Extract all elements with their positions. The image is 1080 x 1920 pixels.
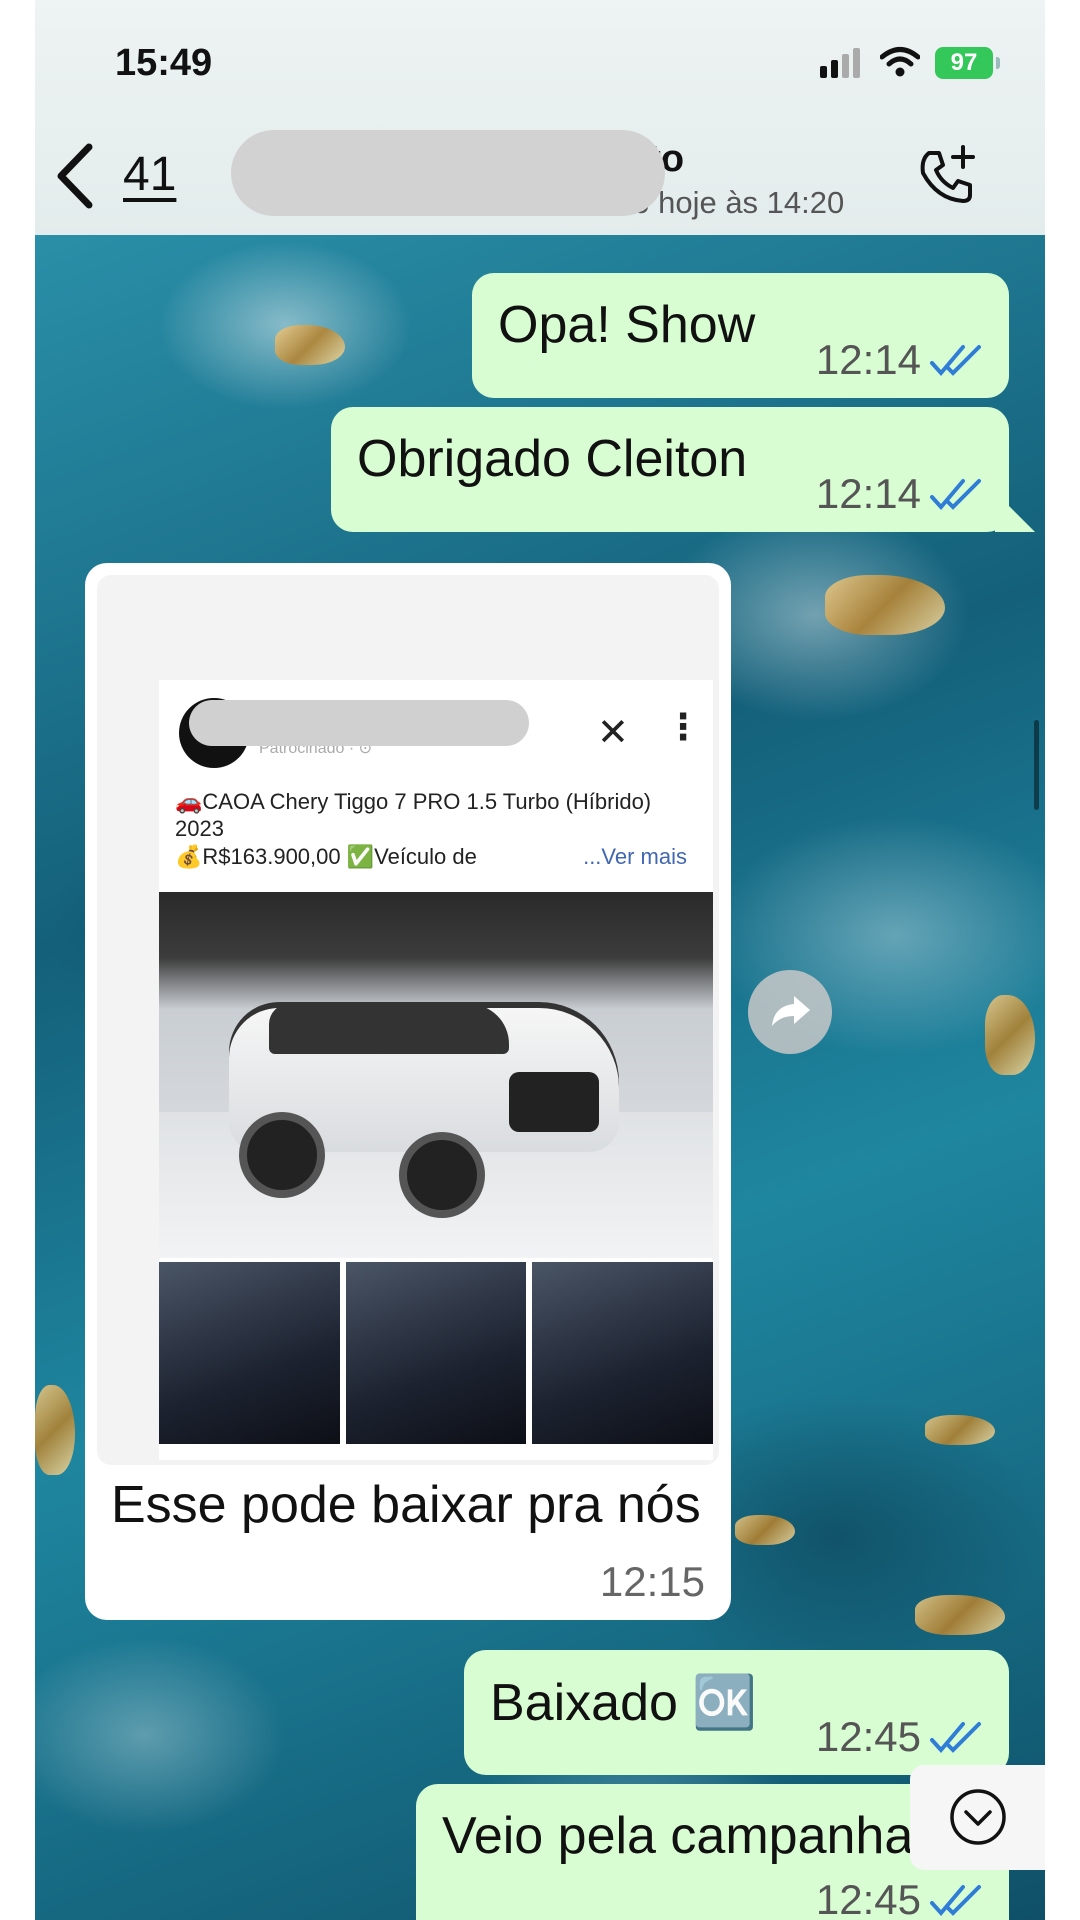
message-bubble-outgoing[interactable]: Baixado 🆗 12:45 <box>464 1650 1009 1775</box>
message-meta: 12:45 <box>816 1713 983 1761</box>
redaction-overlay <box>231 130 665 216</box>
battery-tip <box>996 57 1000 69</box>
message-meta: 12:14 <box>816 470 983 518</box>
message-time: 12:14 <box>815 470 921 517</box>
close-icon: ✕ <box>597 712 629 754</box>
wallpaper-gold-fleck <box>915 1595 1005 1635</box>
wallpaper-gold-fleck <box>35 1385 75 1475</box>
add-call-icon[interactable] <box>915 143 981 209</box>
ad-title: 🚗CAOA Chery Tiggo 7 PRO 1.5 Turbo (Híbri… <box>175 789 652 841</box>
chat-header: 15:49 97 41 uto no hoje às 14:20 <box>35 0 1045 235</box>
cellular-signal-icon <box>820 48 860 78</box>
message-time: 12:15 <box>599 1558 705 1605</box>
read-receipt-icon <box>930 345 981 377</box>
wifi-icon <box>880 47 920 77</box>
wallpaper-gold-fleck <box>735 1515 795 1545</box>
message-text: Obrigado Cleiton <box>357 430 748 488</box>
message-time: 12:45 <box>815 1713 921 1760</box>
message-text: Esse pode baixar pra nós <box>111 1476 701 1534</box>
forward-icon[interactable] <box>748 970 832 1054</box>
interior-thumbnail <box>159 1262 340 1444</box>
chevron-down-icon <box>950 1789 1006 1845</box>
shared-image[interactable]: Patrocinado · ⊙ ✕ ⋮ 🚗CAOA Chery Tiggo 7 … <box>97 575 719 1465</box>
car-wheel <box>239 1112 325 1198</box>
redaction-overlay <box>189 700 529 746</box>
wallpaper-gold-fleck <box>925 1415 995 1445</box>
scroll-to-bottom-button[interactable] <box>910 1765 1045 1870</box>
ad-see-more: ...Ver mais <box>583 844 687 869</box>
back-chevron-icon[interactable] <box>53 143 95 209</box>
message-bubble-outgoing[interactable]: Obrigado Cleiton 12:14 <box>331 407 1009 532</box>
wallpaper-gold-fleck <box>985 995 1035 1075</box>
wallpaper-gold-fleck <box>275 325 345 365</box>
read-receipt-icon <box>930 479 981 511</box>
message-time: 12:45 <box>815 1876 921 1920</box>
car-grille <box>509 1072 599 1132</box>
message-time: 12:14 <box>815 336 921 383</box>
message-bubble-outgoing[interactable]: Opa! Show 12:14 <box>472 273 1009 398</box>
read-receipt-icon <box>930 1885 981 1917</box>
car-photo <box>159 892 713 1258</box>
image-message-incoming[interactable]: Patrocinado · ⊙ ✕ ⋮ 🚗CAOA Chery Tiggo 7 … <box>85 563 731 1620</box>
message-meta: 12:14 <box>816 336 983 384</box>
car-wheel <box>399 1132 485 1218</box>
more-options-icon: ⋮ <box>665 706 701 747</box>
unread-count-link[interactable]: 41 <box>123 147 176 202</box>
wallpaper-gold-fleck <box>825 575 945 635</box>
scrollbar[interactable] <box>1034 720 1039 810</box>
car-interior-thumbnails <box>159 1262 714 1444</box>
status-time: 15:49 <box>115 42 213 84</box>
message-text: Opa! Show <box>498 296 756 354</box>
chat-screen: 15:49 97 41 uto no hoje às 14:20 Opa! Sh… <box>35 0 1045 1920</box>
message-text: Baixado 🆗 <box>490 1674 758 1732</box>
battery-indicator: 97 <box>935 47 993 79</box>
read-receipt-icon <box>930 1722 981 1754</box>
car-windows <box>269 1004 509 1054</box>
ad-screenshot: Patrocinado · ⊙ ✕ ⋮ 🚗CAOA Chery Tiggo 7 … <box>159 680 714 1460</box>
message-text: Veio pela campanha <box>442 1807 914 1865</box>
interior-thumbnail <box>532 1262 714 1444</box>
message-meta: 12:45 <box>816 1876 983 1920</box>
interior-thumbnail <box>345 1262 527 1444</box>
ad-price: 💰R$163.900,00 ✅Veículo de <box>175 844 477 869</box>
